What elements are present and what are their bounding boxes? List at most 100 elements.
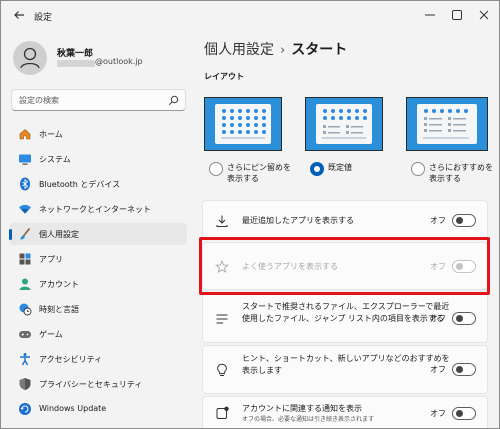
sidebar-item-privacy-security[interactable]: プライバシーとセキュリティ	[9, 373, 187, 395]
sidebar-item-home[interactable]: ホーム	[9, 123, 187, 145]
sidebar-item-label: 個人用設定	[39, 230, 79, 239]
setting-sublabel: オフの場合、必要な通知は引き続き表示されます	[242, 416, 375, 423]
radio-label-line: 表示する	[227, 174, 259, 183]
sidebar-item-network[interactable]: ネットワークとインターネット	[9, 198, 187, 220]
setting-recommended-files: スタートで推奨されるファイル、エクスプローラーで最近 使用したファイル、ジャンプ…	[202, 293, 488, 343]
toggle-state-label: オフ	[430, 314, 446, 323]
setting-label-line: 表示します	[242, 366, 282, 375]
radio-more-recommendations[interactable]	[411, 162, 425, 176]
sidebar-item-label: アクセシビリティ	[39, 355, 103, 364]
pin-grid-graphic	[221, 109, 266, 139]
highlight-annotation-box	[199, 237, 490, 295]
maximize-icon[interactable]	[448, 6, 466, 24]
toggle-switch[interactable]	[452, 363, 476, 376]
sidebar-item-label: アカウント	[39, 280, 79, 289]
radio-label-more-recommendations: さらにおすすめを 表示する	[429, 162, 493, 184]
minimize-icon[interactable]	[421, 6, 439, 24]
toggle-switch[interactable]	[452, 407, 476, 420]
clock-globe-icon	[19, 303, 32, 316]
person-icon	[20, 47, 40, 69]
lightbulb-icon	[217, 363, 227, 376]
breadcrumb-parent[interactable]: 個人用設定	[204, 42, 274, 58]
wifi-icon	[19, 204, 31, 214]
toggle-state-label: オフ	[430, 216, 446, 225]
radio-label-default: 既定値	[328, 162, 352, 173]
sidebar-item-label: Bluetooth とデバイス	[39, 180, 121, 189]
sidebar-item-label: ネットワークとインターネット	[39, 205, 151, 214]
sidebar-item-apps[interactable]: アプリ	[9, 248, 187, 270]
setting-account-notifications: アカウントに関連する通知を表示 オフの場合、必要な通知は引き続き表示されます オ…	[202, 396, 488, 428]
sidebar-item-label: Windows Update	[39, 404, 107, 413]
page-title: スタート	[291, 42, 348, 58]
search-placeholder: 設定の検索	[19, 96, 59, 105]
account-notification-icon	[216, 406, 229, 419]
sidebar-item-label: ゲーム	[39, 330, 63, 339]
setting-label-line: ヒント、ショートカット、新しいアプリなどのおすすめを	[242, 354, 450, 363]
accessibility-icon	[20, 353, 30, 366]
toggle-switch[interactable]	[452, 312, 476, 325]
sidebar-item-time-language[interactable]: 時刻と言語	[9, 298, 187, 320]
search-icon[interactable]	[168, 95, 179, 106]
sidebar-item-gaming[interactable]: ゲーム	[9, 323, 187, 345]
setting-label: ヒント、ショートカット、新しいアプリなどのおすすめを 表示します	[242, 353, 450, 377]
layout-preview-more-recommendations[interactable]	[406, 97, 488, 151]
sidebar-item-label: プライバシーとセキュリティ	[39, 380, 143, 389]
email-redaction	[57, 60, 95, 67]
gamepad-icon	[19, 331, 31, 338]
download-icon	[216, 215, 228, 227]
sidebar-item-personalization[interactable]: 個人用設定	[9, 223, 187, 245]
user-name: 秋葉一郎	[57, 49, 94, 59]
recommendations-grid-graphic	[423, 109, 469, 139]
sidebar-item-system[interactable]: システム	[9, 148, 187, 170]
back-arrow-icon[interactable]	[11, 8, 27, 24]
layout-preview-start-menu	[417, 104, 477, 144]
toggle-state-label: オフ	[430, 409, 446, 418]
active-indicator	[9, 229, 12, 240]
user-email: @outlook.jp	[95, 57, 143, 66]
layout-preview-default[interactable]	[305, 97, 383, 151]
setting-label: アカウントに関連する通知を表示 オフの場合、必要な通知は引き続き表示されます	[242, 403, 374, 424]
radio-more-pins[interactable]	[209, 162, 223, 176]
settings-window: 設定 秋葉一郎 @outlook.jp 設定の検索 ホーム システム Bluet…	[0, 0, 500, 429]
sidebar-item-label: 時刻と言語	[39, 305, 79, 314]
search-input[interactable]: 設定の検索	[11, 89, 186, 111]
setting-label: 最近追加したアプリを表示する	[242, 216, 354, 225]
home-icon	[19, 129, 31, 140]
window-title: 設定	[34, 13, 53, 23]
setting-recently-added-apps: 最近追加したアプリを表示する オフ	[202, 200, 488, 240]
brush-icon	[20, 227, 31, 240]
setting-label-line: アカウントに関連する通知を表示	[242, 404, 362, 413]
update-icon	[19, 403, 31, 415]
bluetooth-icon	[20, 177, 30, 191]
breadcrumb: 個人用設定 › スタート	[204, 39, 347, 59]
radio-label-line: さらにおすすめを	[429, 163, 493, 172]
account-icon	[19, 278, 31, 290]
avatar[interactable]	[13, 41, 47, 75]
radio-default[interactable]	[310, 162, 324, 176]
layout-section-title: レイアウト	[204, 72, 244, 81]
layout-preview-start-menu	[215, 104, 271, 144]
setting-label: スタートで推奨されるファイル、エクスプローラーで最近 使用したファイル、ジャンプ…	[242, 301, 449, 325]
radio-label-more-pins: さらにピン留めを 表示する	[227, 162, 291, 184]
setting-tips-recommendations: ヒント、ショートカット、新しいアプリなどのおすすめを 表示します オフ	[202, 345, 488, 394]
sidebar-item-label: システム	[39, 155, 71, 164]
sidebar-item-accessibility[interactable]: アクセシビリティ	[9, 348, 187, 370]
setting-label-line: 使用したファイル、ジャンプ リスト内の項目を表示する	[242, 314, 444, 323]
sidebar-item-accounts[interactable]: アカウント	[9, 273, 187, 295]
breadcrumb-separator: ›	[280, 43, 286, 58]
setting-label-line: スタートで推奨されるファイル、エクスプローラーで最近	[242, 302, 450, 311]
close-icon[interactable]	[475, 6, 493, 24]
sidebar-item-label: ホーム	[39, 130, 63, 139]
apps-icon	[19, 253, 31, 265]
sidebar-item-windows-update[interactable]: Windows Update	[9, 398, 187, 420]
layout-preview-more-pins[interactable]	[204, 97, 282, 151]
sidebar-item-label: アプリ	[39, 255, 63, 264]
radio-label-line: 既定値	[328, 163, 352, 172]
toggle-state-label: オフ	[430, 365, 446, 374]
toggle-switch[interactable]	[452, 214, 476, 227]
title-bar: 設定	[1, 1, 499, 31]
shield-icon	[19, 378, 31, 390]
sidebar-item-bluetooth[interactable]: Bluetooth とデバイス	[9, 173, 187, 195]
radio-label-line: 表示する	[429, 174, 461, 183]
list-icon	[216, 314, 228, 324]
